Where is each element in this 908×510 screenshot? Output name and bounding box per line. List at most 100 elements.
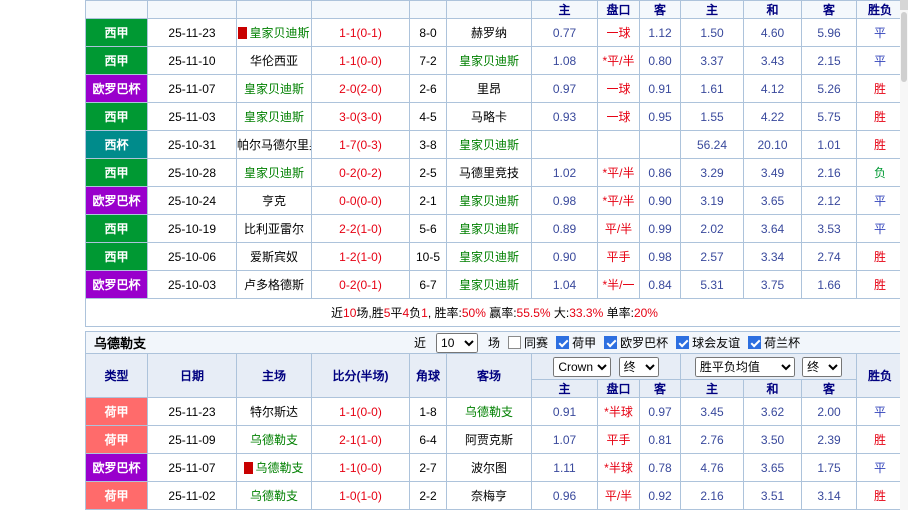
near-label: 近 (414, 336, 427, 350)
asian-away-odds: 0.95 (639, 102, 681, 131)
summary-segment: 33.3% (569, 306, 604, 320)
filter-club-friendly[interactable]: 球会友谊 (676, 334, 740, 351)
euro-metric-select[interactable]: 胜平负均值 (694, 356, 795, 377)
checkbox-checked-icon (676, 336, 690, 349)
asian-handicap: 平/半 (597, 214, 640, 243)
utrecht-matches-table: 类型 日期 主场 比分(半场) 角球 客场 Crown 终 胜平负均值 终 胜负… (85, 353, 904, 510)
corner-score: 2-2 (409, 481, 447, 510)
match-score: 1-7(0-3) (311, 130, 410, 159)
filter-label: 荷兰杯 (764, 336, 801, 350)
euro-draw-odds: 3.64 (743, 214, 802, 243)
away-team: 乌德勒支 (446, 397, 532, 426)
bookmaker-select[interactable]: Crown (553, 356, 612, 377)
match-score: 0-0(0-0) (311, 186, 410, 215)
header-cell (147, 0, 237, 19)
summary-segment: 大: (550, 306, 570, 320)
match-score: 0-2(0-1) (311, 270, 410, 299)
match-row: 欧罗巴杯 25-10-03 卢多格德斯 0-2(0-1) 6-7 皇家贝迪斯 1… (85, 270, 904, 299)
euro-home-odds: 4.76 (680, 453, 744, 482)
match-row: 欧罗巴杯 25-11-07 乌德勒支 1-1(0-0) 2-7 波尔图 1.11… (85, 453, 904, 482)
scroll-up-button[interactable] (900, 0, 908, 10)
match-result: 平 (856, 186, 904, 215)
away-team: 皇家贝迪斯 (446, 214, 532, 243)
euro-home-header: 主 (680, 0, 744, 19)
asian-home-odds: 0.91 (531, 397, 598, 426)
asian-away-odds: 0.92 (639, 481, 681, 510)
asian-odds-stage-select[interactable]: 终 (618, 356, 659, 377)
asian-away-header: 客 (639, 0, 681, 19)
asian-home-odds: 1.07 (531, 425, 598, 454)
league-badge: 荷甲 (85, 425, 148, 454)
away-team: 马略卡 (446, 102, 532, 131)
filter-same-league[interactable]: 同赛 (508, 334, 548, 351)
euro-draw-odds: 4.22 (743, 102, 802, 131)
header-cell (236, 0, 312, 19)
match-history-page: 主 盘口 客 主 和 客 胜负 西甲 25-11-23 皇家贝迪斯 1-1(0-… (0, 0, 908, 510)
euro-draw-odds: 3.43 (743, 46, 802, 75)
euro-away-odds: 1.01 (801, 130, 857, 159)
utrecht-section: 乌德勒支 近 10 场 同赛 荷甲 欧罗巴杯 球会友谊 荷兰杯 类型 日期 主场… (85, 331, 904, 510)
date-header: 日期 (147, 353, 237, 398)
away-team: 皇家贝迪斯 (446, 130, 532, 159)
league-badge: 欧罗巴杯 (85, 74, 148, 103)
match-result: 胜 (856, 425, 904, 454)
league-badge: 荷甲 (85, 397, 148, 426)
euro-draw-odds: 3.34 (743, 242, 802, 271)
away-team: 皇家贝迪斯 (446, 186, 532, 215)
asian-away-odds: 0.80 (639, 46, 681, 75)
match-result: 平 (856, 214, 904, 243)
filter-eredivisie[interactable]: 荷甲 (556, 334, 596, 351)
checkbox-checked-icon (748, 336, 762, 349)
away-header: 客场 (446, 353, 532, 398)
home-team-name: 乌德勒支 (255, 461, 304, 475)
euro-odds-stage-select[interactable]: 终 (802, 356, 843, 377)
asian-handicap: 平手 (597, 425, 640, 454)
match-date: 25-10-03 (147, 270, 237, 299)
scroll-thumb[interactable] (901, 12, 907, 82)
euro-away-odds: 1.75 (801, 453, 857, 482)
match-date: 25-11-23 (147, 18, 237, 47)
asian-away-odds: 0.86 (639, 158, 681, 187)
betis-matches-table: 主 盘口 客 主 和 客 胜负 西甲 25-11-23 皇家贝迪斯 1-1(0-… (85, 0, 904, 327)
vertical-scrollbar[interactable] (900, 0, 908, 510)
header-cell (446, 0, 532, 19)
summary-segment: , 胜率: (427, 306, 462, 320)
asian-away-odds: 0.84 (639, 270, 681, 299)
checkbox-icon (508, 336, 522, 349)
filter-europa-league[interactable]: 欧罗巴杯 (604, 334, 668, 351)
league-badge: 西甲 (85, 102, 148, 131)
match-count-select[interactable]: 10 (436, 332, 479, 353)
match-result: 胜 (856, 242, 904, 271)
home-team-name: 皇家贝迪斯 (249, 26, 310, 40)
euro-draw-odds: 3.65 (743, 186, 802, 215)
asian-away-odds: 0.81 (639, 425, 681, 454)
filter-knvb-cup[interactable]: 荷兰杯 (748, 334, 800, 351)
match-date: 25-11-07 (147, 453, 237, 482)
euro-home-odds: 2.16 (680, 481, 744, 510)
match-row: 欧罗巴杯 25-10-24 亨克 0-0(0-0) 2-1 皇家贝迪斯 0.98… (85, 186, 904, 215)
summary-segment: 10 (343, 306, 357, 320)
corner-score: 6-7 (409, 270, 447, 299)
filter-label: 同赛 (524, 336, 549, 350)
match-row: 西甲 25-11-10 华伦西亚 1-1(0-0) 7-2 皇家贝迪斯 1.08… (85, 46, 904, 75)
result-header: 胜负 (856, 0, 904, 19)
type-header: 类型 (85, 353, 148, 398)
league-badge: 西甲 (85, 158, 148, 187)
header-cell (85, 0, 148, 19)
home-team: 乌德勒支 (236, 425, 312, 454)
match-date: 25-10-28 (147, 158, 237, 187)
away-team: 里昂 (446, 74, 532, 103)
summary-segment: 平 (390, 306, 403, 320)
match-row: 荷甲 25-11-09 乌德勒支 2-1(1-0) 6-4 阿贾克斯 1.07 … (85, 425, 904, 454)
asian-home-odds: 1.02 (531, 158, 598, 187)
euro-draw-header: 和 (743, 379, 802, 398)
asian-away-odds: 0.78 (639, 453, 681, 482)
league-badge: 欧罗巴杯 (85, 270, 148, 299)
table-header-strip: 主 盘口 客 主 和 客 胜负 (85, 0, 904, 19)
match-score: 1-2(1-0) (311, 242, 410, 271)
euro-away-odds: 3.14 (801, 481, 857, 510)
match-result: 平 (856, 46, 904, 75)
asian-home-header: 主 (531, 0, 598, 19)
corner-score: 8-0 (409, 18, 447, 47)
match-result: 平 (856, 397, 904, 426)
